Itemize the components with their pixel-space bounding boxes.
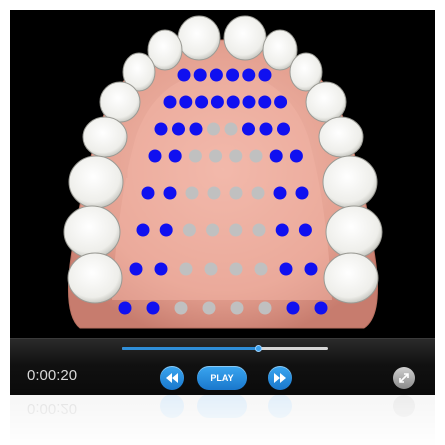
seek-handle[interactable] [254, 345, 262, 352]
dot-active [279, 262, 293, 276]
dot-active [226, 95, 240, 109]
dot-active [129, 262, 143, 276]
dot-active [259, 122, 273, 136]
dot-active [141, 186, 155, 200]
dot-active [193, 68, 207, 82]
dot-active [269, 149, 283, 163]
dot-active [298, 223, 312, 237]
dot-active [289, 149, 303, 163]
dot-inactive [204, 262, 218, 276]
dot-inactive [207, 186, 221, 200]
dot-active [146, 301, 160, 315]
dot-active [210, 95, 224, 109]
dot-inactive [229, 149, 243, 163]
fast-forward-button[interactable] [268, 366, 292, 390]
dot-active [295, 186, 309, 200]
controls-reflection: 0:00:20 [10, 395, 435, 445]
video-stage[interactable] [10, 10, 435, 338]
dot-active [226, 68, 240, 82]
dot-inactive [229, 186, 243, 200]
dot-inactive [230, 301, 244, 315]
dot-active [273, 186, 287, 200]
rewind-icon [166, 373, 178, 383]
dot-inactive [209, 149, 223, 163]
dot-active [172, 122, 185, 136]
dot-active [277, 122, 290, 136]
dot-active [242, 122, 255, 136]
fast-forward-icon [274, 373, 286, 383]
dot-inactive [258, 301, 272, 315]
dot-inactive [249, 149, 263, 163]
dot-inactive [206, 223, 220, 237]
dot-inactive [254, 262, 268, 276]
current-time: 0:00:20 [27, 367, 78, 384]
dot-active [274, 95, 288, 109]
dot-active [154, 262, 168, 276]
dot-active [179, 95, 193, 109]
dot-inactive [252, 223, 266, 237]
fullscreen-icon [399, 373, 409, 383]
dot-inactive [174, 301, 188, 315]
dot-active [163, 95, 177, 109]
dot-inactive [202, 301, 216, 315]
dot-active [242, 68, 256, 82]
dot-inactive [229, 223, 243, 237]
rewind-button[interactable] [160, 366, 184, 390]
dot-active [148, 149, 162, 163]
play-button[interactable]: PLAY [197, 366, 247, 390]
seek-bar[interactable] [122, 345, 328, 352]
dot-active [242, 95, 256, 109]
dot-active [168, 149, 182, 163]
dot-active [163, 186, 177, 200]
dot-inactive [229, 262, 243, 276]
dot-active [286, 301, 300, 315]
fullscreen-button[interactable] [393, 367, 415, 389]
player-controls: 0:00:20 PLAY [10, 338, 435, 395]
dot-active [136, 223, 150, 237]
dot-inactive [179, 262, 193, 276]
dot-inactive [182, 223, 196, 237]
dot-inactive [188, 149, 202, 163]
dot-active [258, 95, 272, 109]
dot-inactive [251, 186, 265, 200]
dot-active [189, 122, 203, 136]
dot-active [275, 223, 289, 237]
dot-inactive [207, 122, 220, 136]
dot-inactive [185, 186, 199, 200]
palate-illustration [63, 15, 383, 329]
dot-active [195, 95, 209, 109]
dot-active [118, 301, 132, 315]
dot-active [304, 262, 318, 276]
dot-active [154, 122, 168, 136]
dot-active [258, 68, 272, 82]
dot-active [314, 301, 328, 315]
dot-active [177, 68, 191, 82]
dot-active [209, 68, 223, 82]
dot-inactive [224, 122, 238, 136]
dot-active [159, 223, 173, 237]
seek-progress [122, 347, 258, 350]
